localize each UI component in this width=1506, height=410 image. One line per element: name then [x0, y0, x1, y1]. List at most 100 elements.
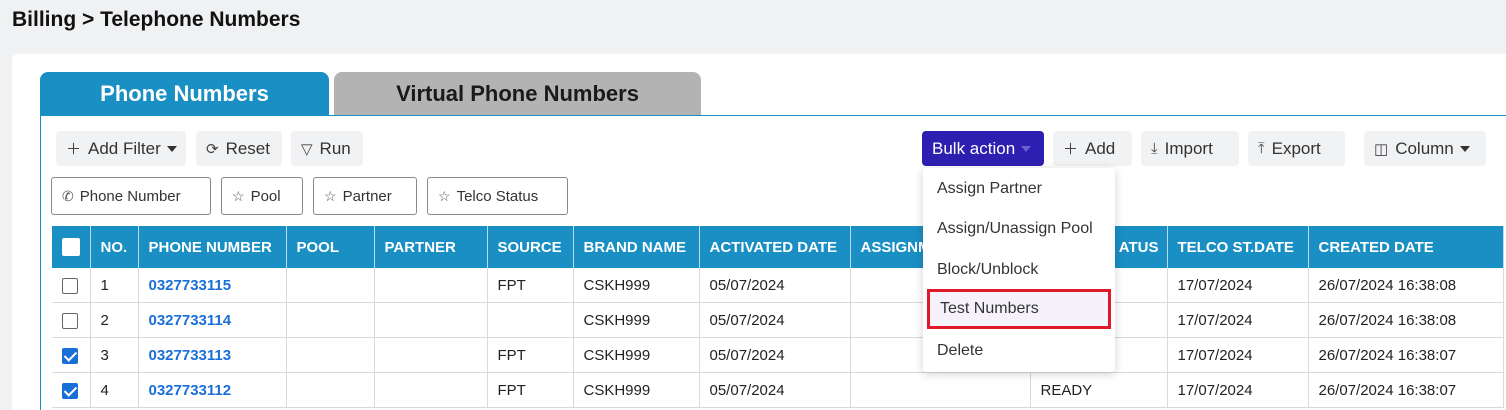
filter-chip-telco-status[interactable]: ☆ Telco Status: [427, 177, 568, 215]
brand-cell: CSKH999: [573, 268, 700, 303]
bulk-action-label: Bulk action: [932, 138, 1016, 158]
column-header[interactable]: CREATED DATE: [1308, 226, 1504, 268]
menu-item-test-numbers[interactable]: Test Numbers: [927, 289, 1111, 329]
column-header[interactable]: BRAND NAME: [573, 226, 700, 268]
add-filter-button[interactable]: ＋ Add Filter: [56, 131, 186, 166]
column-header[interactable]: PHONE NUMBER: [138, 226, 287, 268]
row-checkbox[interactable]: [62, 277, 78, 294]
activated-date-cell: 05/07/2024: [699, 268, 851, 303]
brand-cell: CSKH999: [573, 337, 700, 373]
select-all-checkbox[interactable]: [62, 238, 80, 257]
caret-down-icon: [1021, 145, 1032, 152]
row-number: 3: [90, 337, 139, 373]
import-button[interactable]: ⤓ Import: [1141, 131, 1239, 166]
row-checkbox-checked[interactable]: [62, 382, 78, 399]
caret-down-icon: [1459, 145, 1470, 152]
partner-cell: [374, 302, 488, 338]
plus-icon: ＋: [1063, 141, 1079, 158]
partner-cell: [374, 268, 488, 303]
row-select-cell[interactable]: [52, 372, 91, 408]
column-label: Column: [1395, 138, 1454, 158]
brand-cell: CSKH999: [573, 372, 700, 408]
add-button[interactable]: ＋ Add: [1053, 131, 1132, 166]
column-button[interactable]: ◫ Column: [1364, 131, 1486, 166]
partner-cell: [374, 337, 488, 373]
row-number: 4: [90, 372, 139, 408]
telco-date-cell: 17/07/2024: [1167, 337, 1309, 373]
phone-number-link[interactable]: 0327733112: [138, 372, 287, 408]
table-row[interactable]: 3 0327733113 FPT CSKH999 05/07/2024 17/0…: [52, 337, 1504, 373]
telco-date-cell: 17/07/2024: [1167, 302, 1309, 338]
menu-item-block-unblock[interactable]: Block/Unblock: [923, 250, 1115, 290]
row-select-cell[interactable]: [52, 302, 91, 338]
filter-chip-phone-number[interactable]: ✆ Phone Number: [51, 177, 211, 215]
phone-number-link[interactable]: 0327733114: [138, 302, 287, 338]
star-icon: ☆: [232, 187, 245, 204]
row-checkbox-checked[interactable]: [62, 347, 78, 364]
menu-item-assign-partner[interactable]: Assign Partner: [923, 169, 1115, 209]
phone-numbers-table: NO. PHONE NUMBER POOL PARTNER SOURCE BRA…: [52, 226, 1504, 408]
source-cell: FPT: [487, 337, 574, 373]
activated-date-cell: 05/07/2024: [699, 302, 851, 338]
created-date-cell: 26/07/2024 16:38:07: [1308, 337, 1504, 373]
row-number: 1: [90, 268, 139, 303]
partner-cell: [374, 372, 488, 408]
star-icon: ☆: [324, 187, 337, 204]
filter-chip-partner[interactable]: ☆ Partner: [313, 177, 417, 215]
telco-date-cell: 17/07/2024: [1167, 268, 1309, 303]
pool-cell: [286, 302, 375, 338]
bulk-action-menu: Assign Partner Assign/Unassign Pool Bloc…: [923, 168, 1115, 372]
download-icon: ⤓: [1151, 140, 1158, 157]
table-header-row: NO. PHONE NUMBER POOL PARTNER SOURCE BRA…: [52, 226, 1504, 268]
refresh-icon: ⟳: [206, 140, 219, 158]
plus-icon: ＋: [66, 141, 82, 158]
bulk-action-button[interactable]: Bulk action: [922, 131, 1044, 166]
column-header[interactable]: SOURCE: [487, 226, 574, 268]
column-header[interactable]: ACTIVATED DATE: [699, 226, 851, 268]
filter-chip-label: Pool: [250, 187, 281, 205]
columns-icon: ◫: [1374, 140, 1389, 158]
phone-number-link[interactable]: 0327733115: [138, 268, 287, 303]
select-all-cell[interactable]: [52, 226, 91, 268]
row-select-cell[interactable]: [52, 268, 91, 303]
import-label: Import: [1164, 138, 1213, 158]
column-header[interactable]: PARTNER: [374, 226, 488, 268]
filter-chip-pool[interactable]: ☆ Pool: [221, 177, 303, 215]
reset-label: Reset: [225, 138, 270, 158]
table-row[interactable]: 4 0327733112 FPT CSKH999 05/07/2024 READ…: [52, 372, 1504, 408]
tab-virtual-phone-numbers[interactable]: Virtual Phone Numbers: [334, 72, 701, 115]
caret-down-icon: [166, 145, 177, 152]
run-label: Run: [319, 138, 351, 158]
table-row[interactable]: 2 0327733114 CSKH999 05/07/2024 17/07/20…: [52, 302, 1504, 338]
filter-icon: ▽: [301, 140, 313, 158]
created-date-cell: 26/07/2024 16:38:08: [1308, 302, 1504, 338]
column-header[interactable]: TELCO ST.DATE: [1167, 226, 1309, 268]
created-date-cell: 26/07/2024 16:38:07: [1308, 372, 1504, 408]
upload-icon: ⤒: [1258, 140, 1265, 157]
export-button[interactable]: ⤒ Export: [1248, 131, 1345, 166]
filter-chip-label: Phone Number: [79, 187, 181, 205]
breadcrumb: Billing > Telephone Numbers: [12, 8, 301, 31]
column-header[interactable]: POOL: [286, 226, 375, 268]
filter-chip-label: Telco Status: [456, 187, 539, 205]
telco-date-cell: 17/07/2024: [1167, 372, 1309, 408]
tab-phone-numbers[interactable]: Phone Numbers: [40, 72, 329, 115]
menu-item-delete[interactable]: Delete: [923, 331, 1115, 371]
add-filter-label: Add Filter: [88, 138, 161, 158]
created-date-cell: 26/07/2024 16:38:08: [1308, 268, 1504, 303]
activated-date-cell: 05/07/2024: [699, 337, 851, 373]
source-cell: FPT: [487, 268, 574, 303]
menu-item-assign-unassign-pool[interactable]: Assign/Unassign Pool: [923, 209, 1115, 249]
run-button[interactable]: ▽ Run: [291, 131, 363, 166]
row-checkbox[interactable]: [62, 312, 78, 329]
phone-number-link[interactable]: 0327733113: [138, 337, 287, 373]
column-header[interactable]: NO.: [90, 226, 139, 268]
status-cell: READY: [1030, 372, 1168, 408]
source-cell: [487, 302, 574, 338]
phone-icon: ✆: [62, 187, 74, 204]
reset-button[interactable]: ⟳ Reset: [196, 131, 282, 166]
export-label: Export: [1271, 138, 1321, 158]
table-row[interactable]: 1 0327733115 FPT CSKH999 05/07/2024 17/0…: [52, 268, 1504, 303]
assignment-cell: [850, 372, 1031, 408]
row-select-cell[interactable]: [52, 337, 91, 373]
